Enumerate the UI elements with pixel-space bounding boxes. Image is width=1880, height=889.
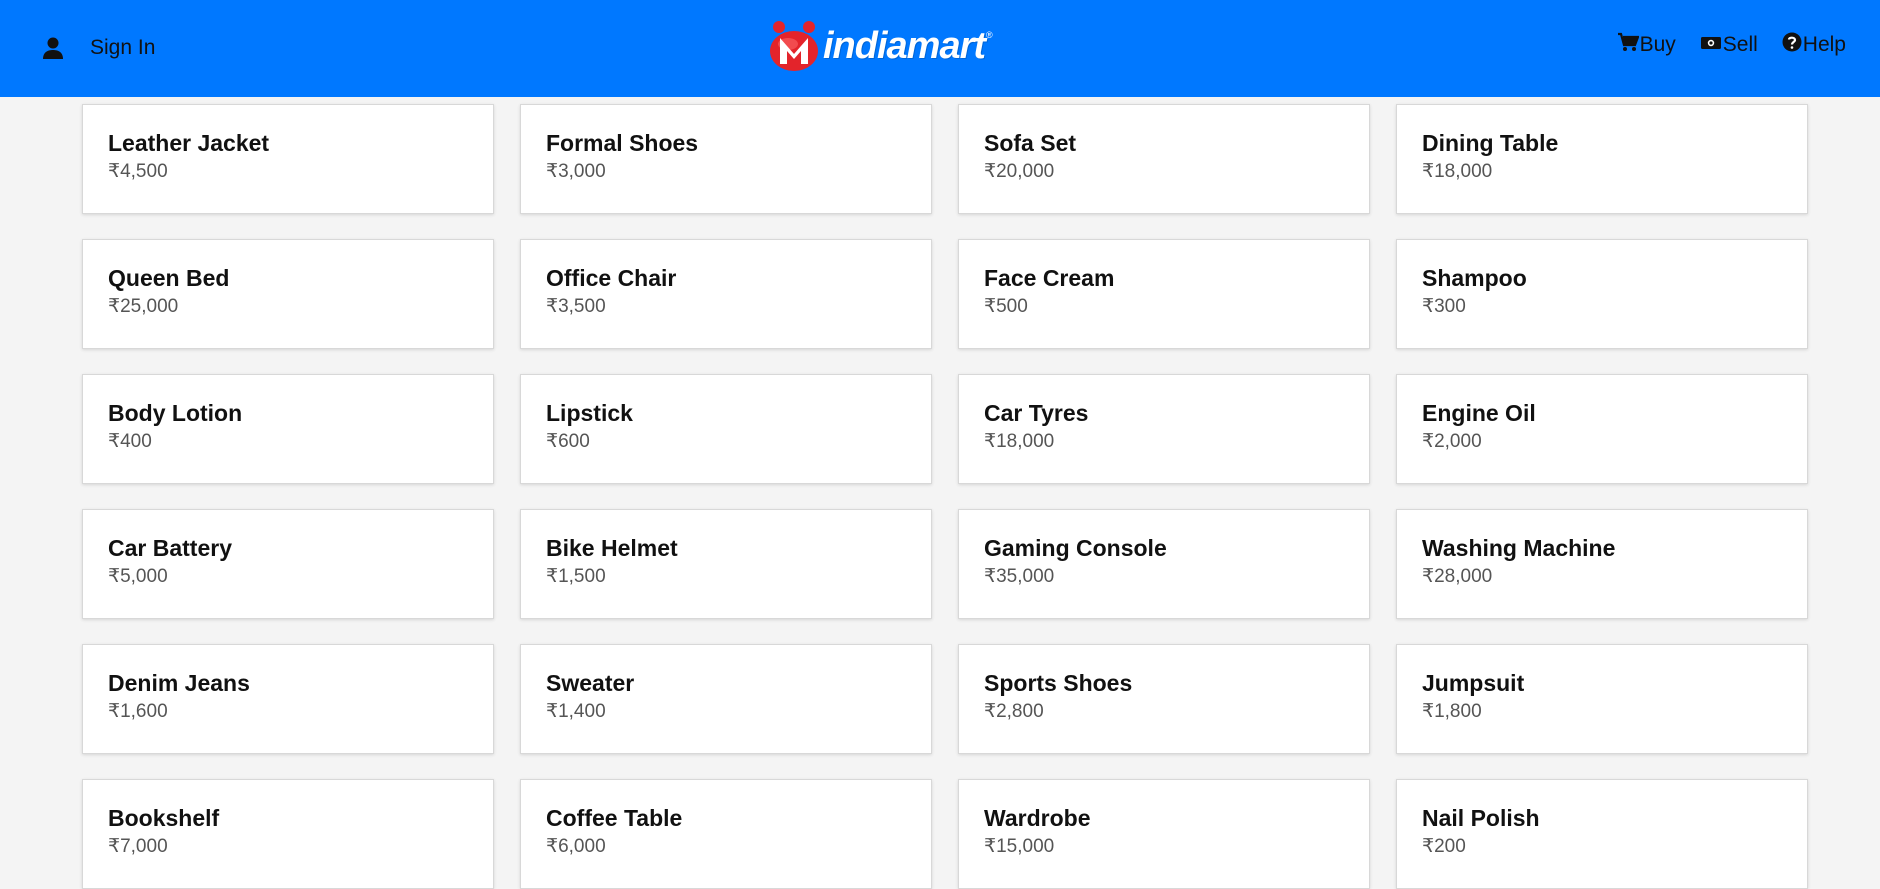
product-card[interactable]: Car Battery ₹5,000	[82, 509, 494, 619]
product-name: Sweater	[546, 670, 635, 696]
product-price: ₹200	[1422, 836, 1466, 857]
sell-label: Sell	[1722, 33, 1758, 56]
product-price: ₹35,000	[984, 566, 1055, 587]
product-card[interactable]: Leather Jacket ₹4,500	[82, 104, 494, 214]
product-card[interactable]: Lipstick ₹600	[520, 374, 932, 484]
product-name: Formal Shoes	[546, 130, 699, 156]
sell-link[interactable]: Sell	[1700, 33, 1758, 57]
product-card[interactable]: Sports Shoes ₹2,800	[958, 644, 1370, 754]
product-price: ₹2,000	[1422, 431, 1482, 452]
product-name: Engine Oil	[1422, 400, 1536, 426]
product-name: Body Lotion	[108, 400, 243, 426]
product-price: ₹1,500	[546, 566, 606, 587]
user-icon	[40, 35, 66, 61]
product-card[interactable]: Body Lotion ₹400	[82, 374, 494, 484]
product-price: ₹300	[1422, 296, 1466, 317]
product-name: Face Cream	[984, 265, 1115, 291]
header-nav: Buy Sell Help	[1593, 32, 1846, 58]
money-icon	[1700, 33, 1723, 57]
logo-m-icon	[766, 18, 822, 74]
indiamart-logo[interactable]: indiamart ®	[766, 16, 993, 76]
product-name: Gaming Console	[984, 535, 1167, 561]
logo-text: indiamart	[823, 24, 986, 67]
product-price: ₹15,000	[984, 836, 1055, 857]
product-card[interactable]: Wardrobe ₹15,000	[958, 779, 1370, 889]
product-card[interactable]: Queen Bed ₹25,000	[82, 239, 494, 349]
question-circle-icon	[1782, 32, 1803, 58]
product-grid: Leather Jacket ₹4,500 Formal Shoes ₹3,000 …	[82, 104, 1808, 889]
product-price: ₹4,500	[108, 161, 168, 182]
product-name: Queen Bed	[108, 265, 230, 291]
help-link[interactable]: Help	[1782, 32, 1846, 58]
help-label: Help	[1802, 33, 1846, 56]
product-card[interactable]: Engine Oil ₹2,000	[1396, 374, 1808, 484]
product-name: Washing Machine	[1422, 535, 1616, 561]
product-price: ₹1,400	[546, 701, 606, 722]
product-name: Wardrobe	[984, 805, 1091, 831]
product-price: ₹18,000	[984, 431, 1055, 452]
product-card[interactable]: Coffee Table ₹6,000	[520, 779, 932, 889]
product-card[interactable]: Office Chair ₹3,500	[520, 239, 932, 349]
product-card[interactable]: Gaming Console ₹35,000	[958, 509, 1370, 619]
product-name: Office Chair	[546, 265, 677, 291]
product-name: Dining Table	[1422, 130, 1559, 156]
product-card[interactable]: Face Cream ₹500	[958, 239, 1370, 349]
product-price: ₹18,000	[1422, 161, 1493, 182]
product-name: Denim Jeans	[108, 670, 250, 696]
product-price: ₹400	[108, 431, 152, 452]
product-card[interactable]: Dining Table ₹18,000	[1396, 104, 1808, 214]
buy-link[interactable]: Buy	[1617, 32, 1676, 58]
product-price: ₹500	[984, 296, 1028, 317]
product-name: Leather Jacket	[108, 130, 270, 156]
registered-mark: ®	[986, 30, 993, 40]
product-price: ₹25,000	[108, 296, 179, 317]
product-card[interactable]: Nail Polish ₹200	[1396, 779, 1808, 889]
product-name: Car Battery	[108, 535, 232, 561]
product-price: ₹1,800	[1422, 701, 1482, 722]
sign-in-label: Sign In	[90, 36, 156, 59]
product-card[interactable]: Sofa Set ₹20,000	[958, 104, 1370, 214]
cart-icon	[1617, 32, 1640, 58]
sign-in-button[interactable]: Sign In	[40, 30, 155, 66]
product-price: ₹5,000	[108, 566, 168, 587]
product-name: Jumpsuit	[1422, 670, 1525, 696]
product-name: Car Tyres	[984, 400, 1089, 426]
product-name: Nail Polish	[1422, 805, 1540, 831]
product-card[interactable]: Sweater ₹1,400	[520, 644, 932, 754]
product-price: ₹1,600	[108, 701, 168, 722]
product-card[interactable]: Bookshelf ₹7,000	[82, 779, 494, 889]
product-name: Bike Helmet	[546, 535, 678, 561]
product-card[interactable]: Washing Machine ₹28,000	[1396, 509, 1808, 619]
product-price: ₹600	[546, 431, 590, 452]
product-name: Sports Shoes	[984, 670, 1133, 696]
top-header: Sign In indiamart ® Buy Sell Help	[0, 0, 1880, 97]
product-price: ₹6,000	[546, 836, 606, 857]
product-card[interactable]: Formal Shoes ₹3,000	[520, 104, 932, 214]
product-name: Sofa Set	[984, 130, 1077, 156]
product-price: ₹3,500	[546, 296, 606, 317]
product-name: Bookshelf	[108, 805, 220, 831]
product-price: ₹3,000	[546, 161, 606, 182]
product-name: Shampoo	[1422, 265, 1527, 291]
product-name: Coffee Table	[546, 805, 683, 831]
product-price: ₹28,000	[1422, 566, 1493, 587]
product-price: ₹2,800	[984, 701, 1044, 722]
product-card[interactable]: Jumpsuit ₹1,800	[1396, 644, 1808, 754]
product-price: ₹7,000	[108, 836, 168, 857]
product-card[interactable]: Shampoo ₹300	[1396, 239, 1808, 349]
product-card[interactable]: Bike Helmet ₹1,500	[520, 509, 932, 619]
product-price: ₹20,000	[984, 161, 1055, 182]
product-card[interactable]: Denim Jeans ₹1,600	[82, 644, 494, 754]
product-card[interactable]: Car Tyres ₹18,000	[958, 374, 1370, 484]
buy-label: Buy	[1639, 33, 1676, 56]
product-name: Lipstick	[546, 400, 633, 426]
